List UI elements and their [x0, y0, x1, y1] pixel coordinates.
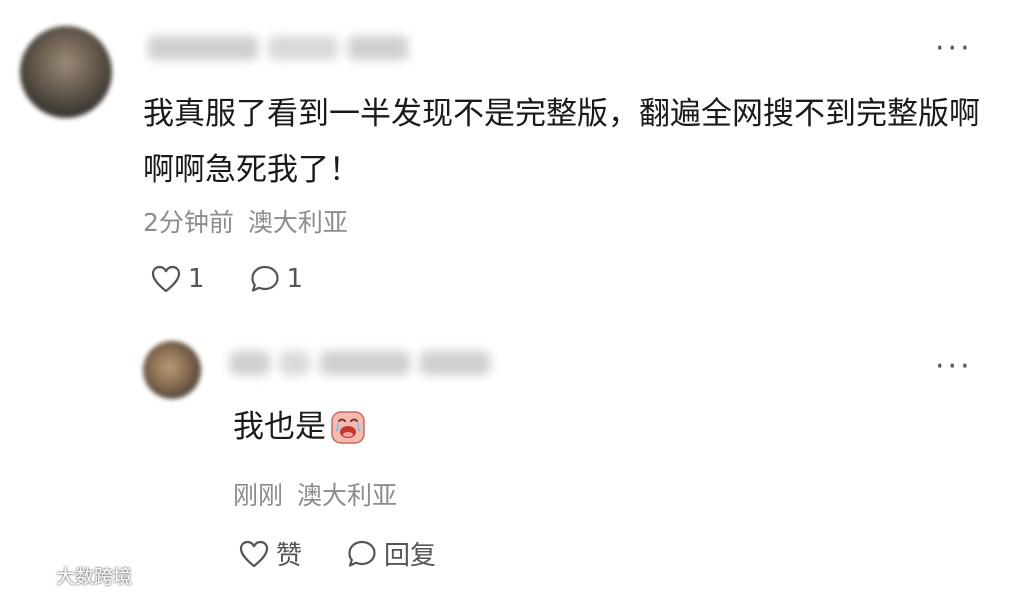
reply-time: 刚刚 — [233, 481, 284, 510]
comment-bubble-icon — [348, 540, 376, 567]
comment-actions: 1 1 — [150, 264, 303, 294]
comment-time: 2分钟前 — [143, 208, 234, 237]
reply-like-button[interactable]: 赞 — [238, 535, 302, 572]
reply-reply-label: 回复 — [384, 541, 437, 571]
heart-icon — [239, 540, 269, 567]
comment-bubble-icon — [250, 265, 279, 292]
crying-face-emoji-icon — [331, 411, 365, 444]
watermark: 大数跨境 — [8, 562, 132, 589]
reply-reply-button[interactable]: 回复 — [346, 535, 436, 572]
reply-more-options-icon[interactable]: ··· — [935, 352, 973, 382]
reply-actions: 赞 回复 — [238, 535, 436, 572]
heart-icon — [151, 265, 181, 293]
comment-meta: 2分钟前 澳大利亚 — [143, 203, 348, 239]
watermark-logo-icon — [9, 565, 50, 585]
watermark-text: 大数跨境 — [56, 566, 133, 588]
more-options-icon[interactable]: ··· — [935, 34, 973, 64]
commenter-name-blurred[interactable] — [148, 36, 408, 60]
reply-meta: 刚刚 澳大利亚 — [233, 476, 397, 512]
like-count: 1 — [188, 264, 205, 294]
reply-like-label: 赞 — [276, 541, 303, 571]
comment-location: 澳大利亚 — [247, 208, 348, 237]
reply-button[interactable]: 1 — [249, 264, 304, 294]
replier-avatar[interactable] — [143, 341, 201, 399]
comment-text: 我真服了看到一半发现不是完整版，翻遍全网搜不到完整版啊啊啊急死我了！ — [143, 96, 980, 188]
reply-content: 我也是 — [233, 407, 366, 447]
replier-name-blurred[interactable] — [230, 351, 490, 375]
commenter-avatar[interactable] — [20, 26, 112, 118]
reply-count: 1 — [286, 264, 304, 294]
reply-text: 我也是 — [233, 409, 326, 445]
like-button[interactable]: 1 — [150, 264, 205, 294]
reply-location: 澳大利亚 — [297, 481, 398, 510]
